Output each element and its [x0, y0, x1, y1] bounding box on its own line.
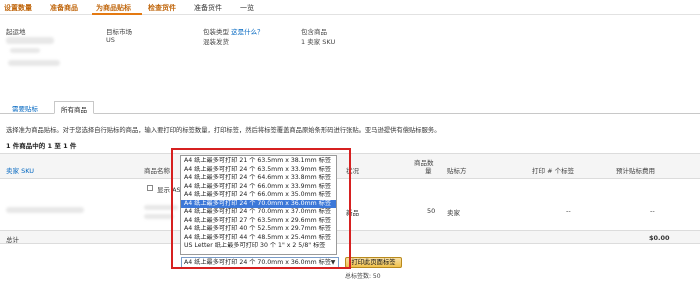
column-product-name: 商品名称 — [144, 167, 170, 175]
ship-from-label: 起运地 — [6, 28, 26, 36]
contains-label: 包含商品 — [301, 28, 327, 36]
packing-type-label: 包装类型 这是什么？ — [203, 28, 264, 36]
total-fee: $0.00 — [649, 234, 670, 242]
redacted-address — [8, 60, 60, 66]
packing-type-value: 混装发货 — [203, 38, 229, 46]
column-seller-sku[interactable]: 卖家 SKU — [6, 165, 34, 175]
redacted-address — [10, 48, 40, 53]
column-labeler: 贴标方 — [447, 167, 467, 175]
tab-bar: 需要贴标 所有商品 — [0, 101, 700, 114]
marketplace-value: US — [106, 36, 115, 44]
column-label-fee: 预计贴标费用 — [616, 167, 655, 175]
total-labels-count: 总标签数: 50 — [345, 273, 381, 280]
print-labels-button[interactable]: 打印此页面标签 — [345, 257, 402, 268]
redacted-sku — [6, 207, 84, 213]
show-asin-checkbox[interactable] — [147, 185, 153, 191]
annotation-highlight-box — [171, 148, 351, 269]
row-labeler: 卖家 — [447, 209, 460, 217]
column-print-labels: 打印 # 个标签 — [532, 167, 575, 175]
step-navigation: 设置数量 准备商品 为商品贴标 检查货件 准备货件 一览 — [0, 0, 700, 15]
step-prepare-shipment: 准备货件 — [194, 4, 222, 12]
tab-all-products[interactable]: 所有商品 — [54, 101, 94, 114]
step-label-products[interactable]: 为商品贴标 — [96, 3, 131, 13]
contains-value: 1 卖家 SKU — [301, 38, 336, 46]
step-prepare-products[interactable]: 准备商品 — [50, 3, 78, 13]
column-quantity-2: 量 — [425, 167, 432, 175]
row-label-fee: -- — [650, 207, 655, 215]
row-quantity: 50 — [427, 207, 436, 215]
total-label: 总计 — [6, 236, 19, 244]
instructions-text: 选择准为商品贴标。对于您选择自行贴标的商品，输入要打印的标签数量，打印标签，然后… — [6, 127, 441, 134]
row-print-count: -- — [566, 207, 571, 215]
active-step-indicator — [92, 13, 142, 15]
redacted-address — [6, 37, 54, 44]
step-review-shipment[interactable]: 检查货件 — [148, 3, 176, 13]
step-set-quantity[interactable]: 设置数量 — [4, 3, 32, 13]
whats-this-link[interactable]: 这是什么？ — [231, 28, 264, 36]
marketplace-label: 目标市场 — [106, 28, 132, 36]
step-summary: 一览 — [240, 4, 254, 12]
redacted-product-name — [144, 214, 174, 219]
tab-needs-labeling[interactable]: 需要贴标 — [6, 101, 44, 114]
item-count: 1 件商品中的 1 至 1 件 — [6, 142, 77, 150]
